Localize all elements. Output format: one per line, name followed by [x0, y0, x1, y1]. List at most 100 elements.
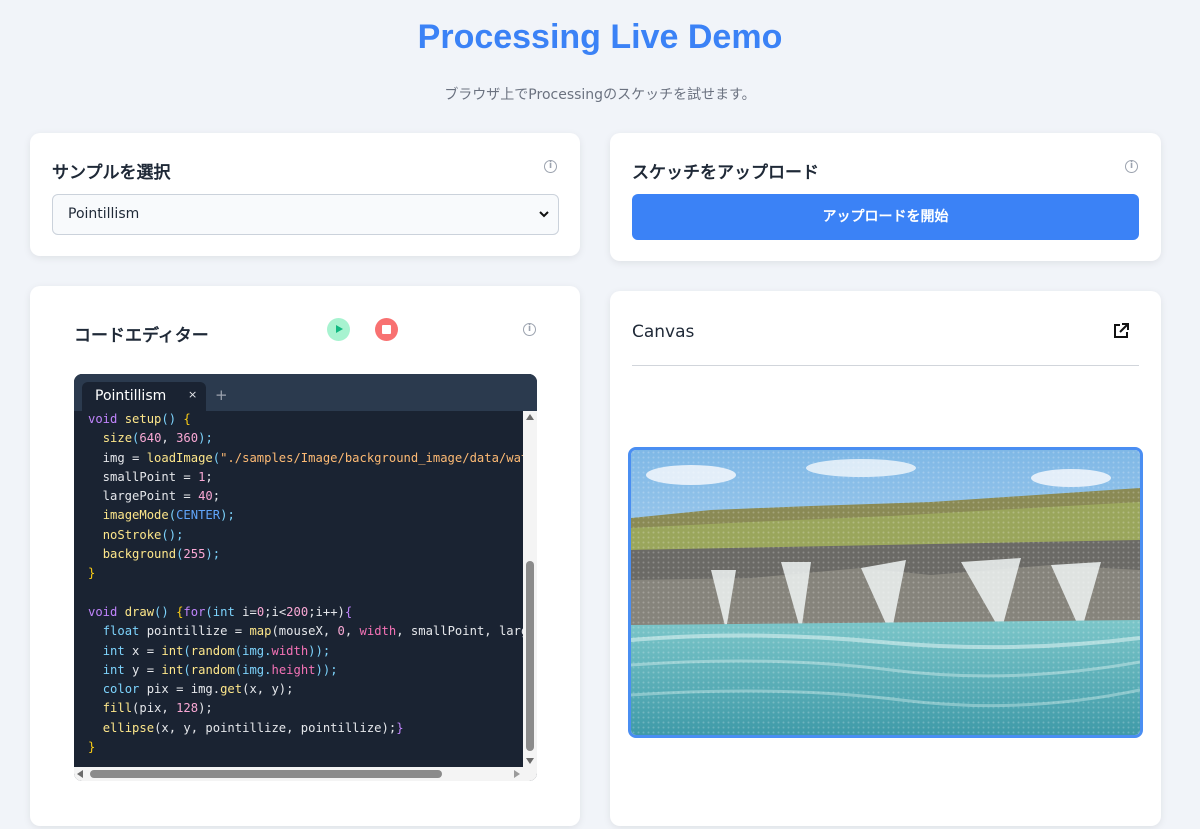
code-token: 640 — [139, 431, 162, 446]
code-token: background — [102, 547, 177, 562]
code-line[interactable]: } — [88, 564, 523, 583]
code-token: float — [102, 624, 147, 639]
play-button[interactable] — [327, 318, 350, 341]
code-line[interactable]: fill(pix, 128); — [88, 699, 523, 718]
code-line[interactable]: background(255); — [88, 545, 523, 564]
code-token: void — [88, 412, 125, 426]
info-icon[interactable]: i — [1125, 160, 1138, 173]
code-line[interactable]: int x = int(random(img.width)); — [88, 642, 523, 661]
code-token: int — [161, 662, 184, 677]
code-token: 255 — [183, 547, 206, 562]
code-token: () — [161, 412, 184, 426]
code-line[interactable]: img = loadImage("./samples/Image/backgro… — [88, 449, 523, 468]
code-token: ( — [183, 662, 191, 677]
code-token: 40 — [198, 489, 213, 504]
sketch-canvas[interactable] — [628, 447, 1143, 738]
code-line[interactable]: ellipse(x, y, pointillize, pointillize);… — [88, 719, 523, 738]
code-line[interactable]: void setup() { — [88, 410, 523, 429]
code-line[interactable]: void draw() {for(int i=0;i<200;i++){ — [88, 603, 523, 622]
upload-card: スケッチをアップロード i アップロードを開始 — [610, 133, 1161, 261]
canvas-card: Canvas — [610, 291, 1161, 826]
editor-tab-pointillism[interactable]: Pointillism × — [82, 382, 206, 411]
code-token: , smallPoint, largeP — [396, 624, 523, 639]
canvas-divider — [632, 365, 1139, 366]
code-token: ( — [168, 508, 177, 523]
info-icon[interactable]: i — [523, 323, 536, 336]
code-token: ;i++) — [308, 604, 345, 619]
code-token: noStroke — [102, 527, 162, 542]
code-token: img = — [88, 450, 147, 465]
vertical-scrollbar[interactable] — [523, 411, 537, 767]
scroll-up-icon[interactable] — [526, 414, 534, 420]
scroll-down-icon[interactable] — [526, 758, 534, 764]
sample-select[interactable]: Pointillism — [52, 194, 559, 235]
start-upload-button[interactable]: アップロードを開始 — [632, 194, 1139, 240]
code-token: (img. — [234, 662, 272, 677]
scrollbar-thumb[interactable] — [90, 770, 442, 778]
code-line[interactable]: int y = int(random(img.height)); — [88, 661, 523, 680]
code-line[interactable] — [88, 584, 523, 603]
code-token: setup — [124, 412, 162, 426]
code-token: get — [220, 682, 243, 697]
code-line[interactable]: imageMode(CENTER); — [88, 506, 523, 525]
scroll-right-icon[interactable] — [514, 770, 520, 778]
stop-button[interactable] — [375, 318, 398, 341]
code-token: , — [161, 431, 177, 446]
code-editor[interactable]: Pointillism × + void setup() { size(640,… — [74, 374, 537, 781]
code-token: ; — [205, 469, 213, 484]
code-token: (); — [161, 527, 184, 542]
code-token: imageMode — [102, 508, 169, 523]
code-token: pointillize = — [146, 624, 250, 639]
info-icon[interactable]: i — [544, 160, 557, 173]
code-token: } — [88, 740, 96, 755]
sample-select-value: Pointillism — [68, 206, 140, 222]
code-token: (x, y, pointillize, pointillize); — [154, 720, 397, 735]
code-line[interactable]: } — [88, 738, 523, 757]
editor-tab-bar: Pointillism × + — [74, 374, 537, 411]
code-token: for — [183, 604, 206, 619]
scroll-left-icon[interactable] — [77, 770, 83, 778]
code-token: int — [212, 604, 243, 619]
code-token: 128 — [176, 701, 199, 716]
code-token: map — [249, 624, 272, 639]
code-line[interactable]: noStroke(); — [88, 526, 523, 545]
horizontal-scrollbar[interactable] — [74, 767, 537, 781]
code-token: ( — [212, 450, 221, 465]
code-token: ( — [183, 643, 191, 658]
code-content[interactable]: void setup() { size(640, 360); img = loa… — [74, 410, 523, 766]
upload-card-title: スケッチをアップロード — [632, 163, 819, 183]
code-token: CENTER — [176, 508, 221, 523]
canvas-card-title: Canvas — [632, 322, 695, 342]
code-token: size — [102, 431, 133, 446]
code-line[interactable]: color pix = img.get(x, y); — [88, 680, 523, 699]
scrollbar-thumb[interactable] — [526, 561, 534, 751]
code-token: "./samples/Image/background_image/data/w… — [220, 450, 523, 465]
code-token: 0 — [337, 624, 345, 639]
code-token: )); — [308, 643, 331, 658]
code-token: width — [359, 624, 397, 639]
code-token: () — [154, 604, 177, 619]
code-token: width — [271, 643, 309, 658]
code-token: int — [102, 662, 133, 677]
add-tab-button[interactable]: + — [215, 386, 228, 404]
code-token: x = — [132, 643, 162, 658]
chevron-down-icon — [539, 211, 549, 218]
close-icon[interactable]: × — [188, 388, 197, 401]
open-external-icon[interactable] — [1112, 322, 1130, 340]
waterfall-image — [631, 450, 1140, 735]
code-token: ); — [198, 701, 213, 716]
editor-tab-label: Pointillism — [95, 388, 167, 404]
code-token: draw — [124, 604, 155, 619]
code-line[interactable]: size(640, 360); — [88, 429, 523, 448]
code-line[interactable]: float pointillize = map(mouseX, 0, width… — [88, 622, 523, 641]
code-line[interactable]: smallPoint = 1; — [88, 468, 523, 487]
code-line[interactable]: largePoint = 40; — [88, 487, 523, 506]
